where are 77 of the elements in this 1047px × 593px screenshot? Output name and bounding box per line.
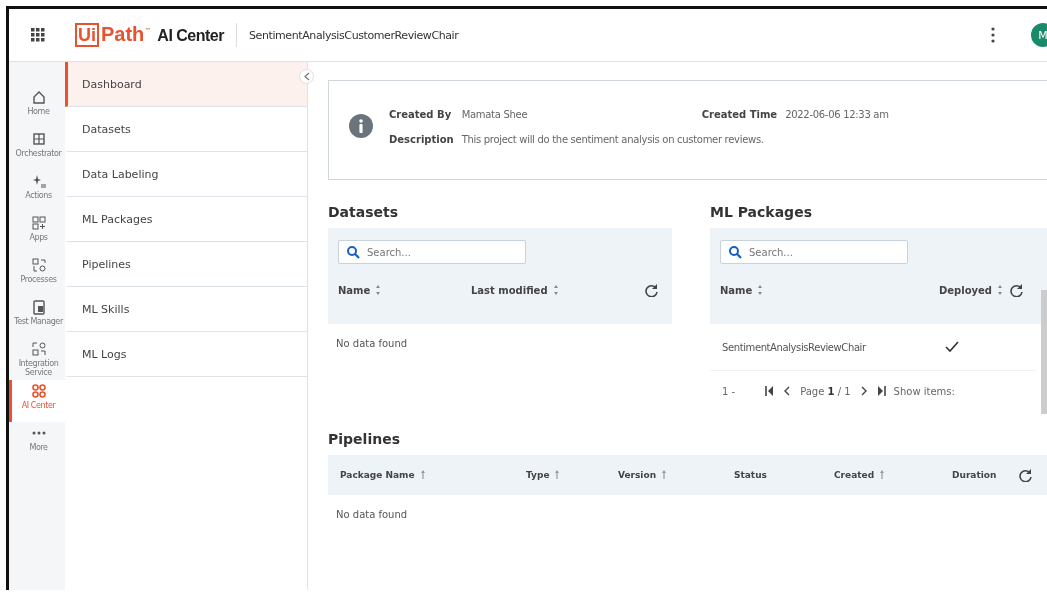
column-header[interactable]: Type [526, 469, 618, 481]
page-size-label: Show items: [893, 385, 955, 397]
rail-item[interactable]: Integration Service [9, 338, 65, 380]
nav-item[interactable]: Pipelines [65, 242, 307, 287]
search-icon [346, 245, 360, 259]
info-icon [349, 114, 373, 138]
column-header[interactable]: Version [618, 469, 734, 481]
rail-item[interactable]: Processes [9, 254, 65, 296]
nav-item[interactable]: ML Skills [65, 287, 307, 332]
nav-item[interactable]: Datasets [65, 107, 307, 152]
rail-item[interactable]: Test Manager [9, 296, 65, 338]
field-value: This project will do the sentiment analysis on customer reviews. [461, 134, 765, 145]
logo-text: Path [101, 23, 145, 46]
apps-icon [30, 215, 47, 231]
sort-icon [757, 284, 764, 296]
search-field[interactable]: Search... [720, 240, 908, 264]
sort-icon [661, 469, 668, 481]
column-header[interactable]: Name [720, 284, 939, 296]
column-header[interactable]: Deployed [939, 284, 1003, 296]
process-icon [30, 257, 47, 273]
search-icon [728, 245, 742, 259]
next-page-icon[interactable] [860, 386, 867, 396]
product-name: AI Center [157, 27, 224, 45]
ai-center-icon [30, 383, 47, 399]
field-value: 2022-06-06 12:33 am [785, 109, 889, 120]
empty-message: No data found [335, 337, 409, 351]
sort-icon [552, 284, 559, 296]
field-label: Description [389, 134, 454, 145]
logo-mark: Ui [75, 23, 99, 47]
first-page-icon[interactable] [765, 386, 775, 396]
rail-item[interactable]: More [9, 422, 65, 464]
column-header[interactable]: Package Name [340, 469, 526, 481]
rail-item[interactable]: Home [9, 86, 65, 128]
sort-icon [419, 469, 426, 481]
kebab-menu-icon[interactable] [991, 27, 995, 43]
rail-item[interactable]: Actions [9, 170, 65, 212]
sort-icon [554, 469, 561, 481]
connector-icon [30, 341, 47, 357]
page-indicator: Page 1 / 1 [800, 385, 851, 397]
column-header[interactable]: Created [834, 469, 952, 481]
section-title: Datasets [328, 204, 400, 220]
chevron-left-icon [303, 72, 310, 81]
rail-item[interactable]: Apps [9, 212, 65, 254]
project-name: SentimentAnalysisCustomerReviewChair [248, 28, 459, 42]
field-label: Created Time [701, 109, 778, 120]
nav-item[interactable]: ML Packages [65, 197, 307, 242]
user-avatar[interactable]: M [1031, 23, 1047, 47]
empty-message: No data found [335, 508, 409, 522]
clipboard-icon [30, 299, 47, 315]
rail-item[interactable]: AI Center [9, 380, 65, 422]
column-header[interactable]: Duration [952, 470, 1018, 480]
refresh-icon[interactable] [1018, 468, 1032, 482]
grid-box-icon [30, 131, 47, 147]
section-title: ML Packages [710, 204, 813, 220]
rail-item[interactable]: Orchestrator [9, 128, 65, 170]
table-cell-text: SentimentAnalysisReviewChair [722, 341, 867, 353]
nav-item[interactable]: Data Labeling [65, 152, 307, 197]
section-title: Pipelines [328, 431, 401, 447]
app-launcher-icon[interactable] [31, 28, 45, 42]
sort-icon [375, 284, 382, 296]
refresh-icon[interactable] [1009, 283, 1023, 297]
sort-icon [997, 284, 1003, 296]
previous-page-icon[interactable] [784, 386, 791, 396]
field-value: Mamata Shee [461, 109, 529, 120]
search-field[interactable]: Search... [338, 240, 526, 264]
column-header[interactable]: Last modified [471, 284, 644, 296]
item-range: 1 - [722, 385, 736, 397]
nav-item[interactable]: Dashboard [65, 62, 307, 107]
refresh-icon[interactable] [644, 283, 658, 297]
home-icon [30, 89, 47, 105]
sort-icon [879, 469, 886, 481]
column-header[interactable]: Name [338, 284, 471, 296]
field-label: Created By [389, 109, 453, 120]
column-header[interactable]: Status [734, 470, 834, 480]
last-page-icon[interactable] [876, 386, 886, 396]
scrollbar[interactable] [1041, 290, 1047, 414]
nav-item[interactable]: ML Logs [65, 332, 307, 377]
